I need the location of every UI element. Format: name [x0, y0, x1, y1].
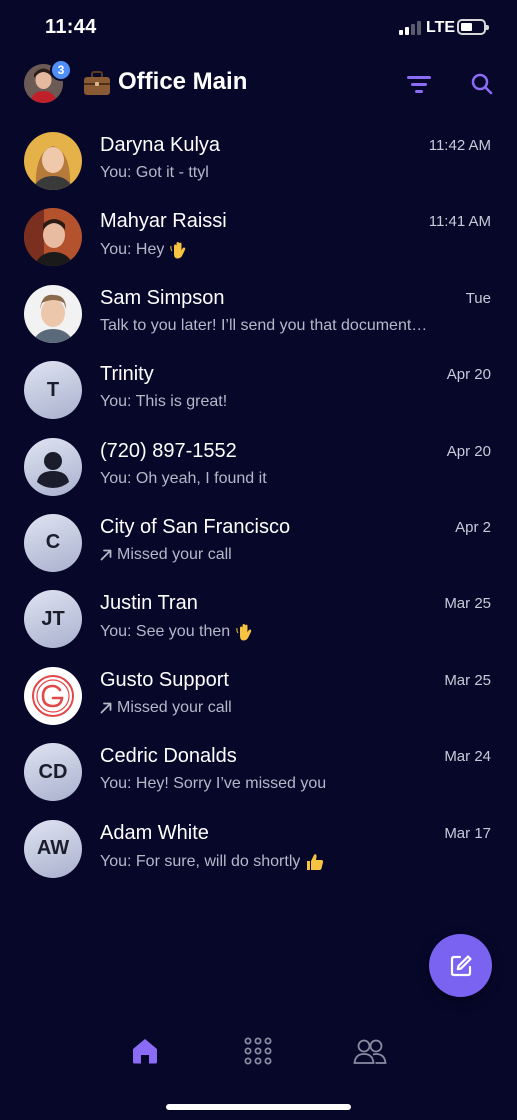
screen: 11:44 LTE 3 Office Main Daryna Kulya 11:… — [0, 0, 517, 1120]
waving-hand-icon — [170, 242, 186, 259]
thumbs-up-icon — [307, 853, 324, 870]
conversation-item[interactable]: C City of San Francisco Apr 2 Missed you… — [0, 500, 517, 576]
notification-badge: 3 — [50, 59, 72, 81]
message-preview: You: Hey — [100, 240, 189, 260]
conversation-item[interactable]: CD Cedric Donalds Mar 24 You: Hey! Sorry… — [0, 729, 517, 805]
avatar — [24, 666, 82, 725]
message-time: 11:41 AM — [428, 213, 491, 231]
gusto-logo-icon — [32, 674, 74, 717]
nav-keypad[interactable] — [241, 1034, 275, 1068]
message-preview: Talk to you later! I’ll send you that do… — [100, 317, 427, 335]
message-time: 11:42 AM — [428, 137, 491, 154]
signal-icon — [399, 21, 421, 35]
contact-name: Gusto Support — [100, 668, 229, 691]
preview-text: Talk to you later! I’ll send you that do… — [100, 316, 428, 334]
conversation-item[interactable]: Sam Simpson Tue Talk to you later! I’ll … — [0, 271, 517, 347]
bottom-nav — [0, 1020, 517, 1120]
preview-text: Missed your call — [117, 698, 232, 716]
waving-hand-icon — [236, 624, 252, 641]
avatar: C — [24, 513, 82, 572]
message-time: Mar 25 — [444, 595, 491, 613]
avatar: CD — [24, 743, 82, 802]
battery-icon — [457, 19, 489, 35]
message-time: Mar 25 — [444, 671, 491, 689]
status-time: 11:44 — [45, 16, 97, 38]
message-time: Mar 17 — [444, 824, 491, 842]
contact-name: City of San Francisco — [100, 515, 291, 538]
message-time: Tue — [465, 289, 491, 307]
message-time: Mar 24 — [444, 748, 491, 766]
missed-call-arrow-icon — [100, 549, 112, 561]
preview-text: You: See you then — [100, 623, 231, 641]
filter-icon[interactable] — [405, 70, 433, 98]
compose-icon — [450, 954, 472, 976]
contact-name: Mahyar Raissi — [100, 210, 227, 233]
page-title: Office Main — [118, 68, 248, 95]
keypad-icon — [244, 1037, 272, 1065]
avatar: T — [24, 361, 82, 420]
avatar — [24, 132, 82, 190]
message-preview: You: Hey! Sorry I’ve missed you — [100, 775, 326, 793]
preview-text: You: Hey! Sorry I’ve missed you — [100, 775, 327, 793]
conversation-item[interactable]: (720) 897-1552 Apr 20 You: Oh yeah, I fo… — [0, 424, 517, 500]
header: 3 Office Main — [0, 58, 517, 110]
message-preview: You: For sure, will do shortly — [100, 852, 325, 872]
preview-text: You: Got it - ttyl — [100, 164, 209, 181]
preview-text: You: Oh yeah, I found it — [100, 469, 267, 487]
network-label: LTE — [426, 19, 456, 36]
briefcase-icon — [82, 68, 112, 98]
conversation-list: Daryna Kulya 11:42 AM You: Got it - ttyl… — [0, 118, 517, 882]
home-indicator — [166, 1104, 351, 1110]
conversation-item[interactable]: T Trinity Apr 20 You: This is great! — [0, 347, 517, 423]
contact-name: Cedric Donalds — [100, 745, 237, 768]
contact-name: Sam Simpson — [100, 286, 225, 309]
preview-text: Missed your call — [117, 545, 232, 563]
message-preview: You: Got it - ttyl — [100, 164, 209, 182]
conversation-item[interactable]: Daryna Kulya 11:42 AM You: Got it - ttyl — [0, 118, 517, 194]
contact-name: (720) 897-1552 — [100, 439, 237, 462]
conversation-item[interactable]: Gusto Support Mar 25 Missed your call — [0, 653, 517, 729]
person-icon — [37, 451, 69, 488]
preview-text: You: This is great! — [100, 393, 228, 411]
message-preview: You: This is great! — [100, 393, 227, 411]
conversation-item[interactable]: Mahyar Raissi 11:41 AM You: Hey — [0, 194, 517, 270]
message-time: Apr 2 — [455, 518, 491, 536]
status-bar: 11:44 LTE — [0, 0, 517, 58]
message-preview: Missed your call — [100, 699, 232, 717]
message-preview: Missed your call — [100, 546, 232, 564]
message-time: Apr 20 — [446, 366, 491, 384]
search-icon[interactable] — [468, 70, 496, 98]
nav-home[interactable] — [128, 1034, 162, 1068]
avatar: JT — [24, 590, 82, 649]
conversation-item[interactable]: AW Adam White Mar 17 You: For sure, will… — [0, 806, 517, 882]
preview-text: You: For sure, will do shortly — [100, 852, 301, 870]
contact-name: Justin Tran — [100, 592, 198, 615]
compose-button[interactable] — [429, 934, 492, 997]
nav-contacts[interactable] — [353, 1034, 387, 1068]
home-icon — [133, 1039, 157, 1064]
avatar — [24, 437, 82, 496]
contact-name: Daryna Kulya — [100, 134, 221, 156]
message-preview: You: See you then — [100, 622, 255, 642]
avatar: AW — [24, 819, 82, 878]
message-time: Apr 20 — [446, 442, 491, 460]
preview-text: You: Hey — [100, 241, 165, 259]
missed-call-arrow-icon — [100, 702, 112, 714]
avatar — [24, 284, 82, 343]
avatar — [24, 208, 82, 267]
contact-name: Adam White — [100, 821, 209, 844]
message-preview: You: Oh yeah, I found it — [100, 470, 267, 488]
contact-name: Trinity — [100, 363, 154, 386]
conversation-item[interactable]: JT Justin Tran Mar 25 You: See you then — [0, 576, 517, 652]
contacts-icon — [353, 1039, 387, 1064]
